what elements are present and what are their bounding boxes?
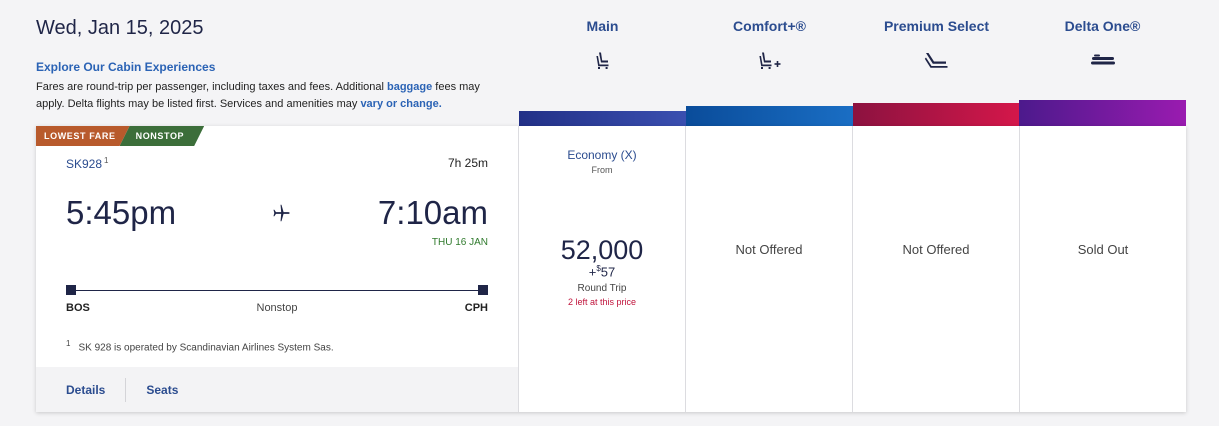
seat-plus-icon [686, 50, 853, 72]
card-footer: Details Seats [36, 367, 518, 412]
route-line [66, 290, 488, 291]
cabin-bar-delta-one [1019, 100, 1186, 126]
cabin-header-main: Main [519, 18, 686, 72]
vary-or-change-link[interactable]: vary or change. [360, 98, 441, 110]
flight-duration: 7h 25m [447, 156, 488, 170]
flight-card: LOWEST FARE NONSTOP SK928 1 7h 25m 5:45pm… [36, 126, 1186, 412]
flight-results-page: Wed, Jan 15, 2025 Explore Our Cabin Expe… [0, 0, 1219, 426]
cabin-title-comfort[interactable]: Comfort+® [686, 18, 853, 34]
flatbed-icon [1019, 50, 1186, 72]
recliner-icon [853, 50, 1020, 72]
footnote-marker: 1 [104, 156, 109, 165]
details-link[interactable]: Details [66, 383, 105, 397]
fare-from-label: From [591, 165, 613, 175]
airplane-icon [270, 202, 292, 224]
origin-marker [66, 285, 76, 295]
lowest-fare-badge: LOWEST FARE [36, 126, 130, 146]
baggage-link[interactable]: baggage [387, 81, 432, 93]
not-offered-label: Not Offered [902, 242, 970, 257]
fare-miles: 52,000 [560, 235, 644, 265]
trip-type: Round Trip [577, 283, 627, 295]
seats-link[interactable]: Seats [146, 383, 178, 397]
flight-details-panel: LOWEST FARE NONSTOP SK928 1 7h 25m 5:45pm… [36, 126, 518, 412]
stops-label: Nonstop [256, 302, 298, 314]
sold-out-label: Sold Out [1077, 242, 1129, 257]
cabin-header-delta-one: Delta One® [1019, 18, 1186, 72]
fare-taxes: +$57 [588, 264, 616, 280]
fare-cell-delta-one: Sold Out [1019, 126, 1186, 412]
cabin-header-premium: Premium Select [853, 18, 1020, 72]
not-offered-label: Not Offered [735, 242, 803, 257]
fare-badges: LOWEST FARE NONSTOP [36, 126, 204, 146]
cabin-bar-comfort [686, 106, 853, 126]
footer-divider [125, 377, 127, 402]
fare-class: Economy (X) [567, 148, 637, 162]
arrival-date: THU 16 JAN [431, 237, 488, 248]
fare-cell-premium: Not Offered [852, 126, 1019, 412]
fare-cell-main[interactable]: Economy (X) From 52,000 +$57 Round Trip … [518, 126, 685, 412]
cabin-bar-premium [853, 103, 1019, 126]
fare-cell-comfort: Not Offered [685, 126, 852, 412]
seats-left-warning: 2 left at this price [567, 297, 637, 308]
cabin-title-premium[interactable]: Premium Select [853, 18, 1020, 34]
flight-number-link[interactable]: SK928 1 [66, 156, 108, 171]
arrival-time: 7:10am [377, 194, 488, 231]
nonstop-badge: NONSTOP [120, 126, 205, 146]
seat-icon [519, 50, 686, 72]
cabin-bar-main [519, 111, 686, 126]
fares-disclaimer: Fares are round-trip per passenger, incl… [36, 81, 480, 110]
operator-footnote: 1 SK 928 is operated by Scandinavian Airl… [66, 339, 334, 354]
destination-marker [478, 285, 488, 295]
cabin-header-comfort: Comfort+® [686, 18, 853, 72]
destination-code: CPH [464, 302, 488, 314]
cabin-title-delta-one[interactable]: Delta One® [1019, 18, 1186, 34]
explore-cabin-link[interactable]: Explore Our Cabin Experiences [36, 60, 215, 74]
departure-time: 5:45pm [66, 194, 177, 231]
cabin-title-main[interactable]: Main [519, 18, 686, 34]
search-date: Wed, Jan 15, 2025 [36, 17, 204, 39]
